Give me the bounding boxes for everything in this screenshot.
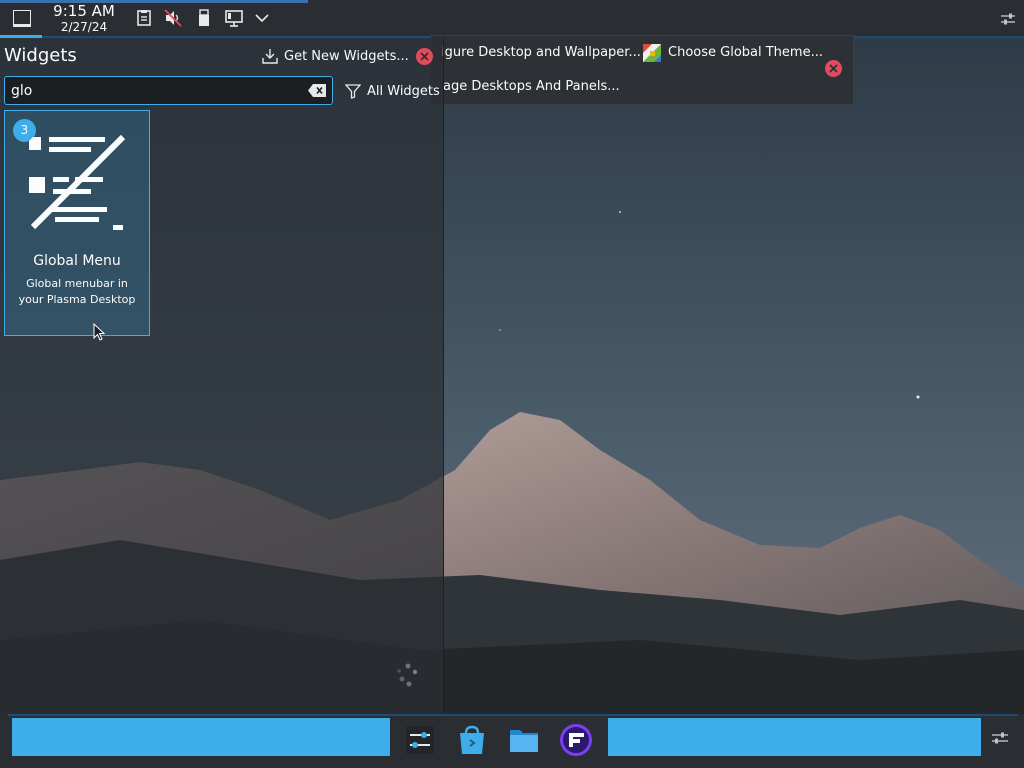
panel-spacer-left [12, 718, 390, 756]
configure-desktop-button[interactable]: igure Desktop and Wallpaper... [441, 45, 641, 60]
app-launcher-icon[interactable] [560, 724, 592, 756]
get-new-widgets-label: Get New Widgets... [284, 48, 409, 64]
clock-date: 2/27/24 [60, 20, 108, 34]
global-menu-icon [29, 134, 126, 230]
panel-settings-icon[interactable] [990, 728, 1010, 748]
widgets-explorer-panel: Widgets Get New Widgets... glo All Widge… [0, 38, 444, 715]
panel-settings-icon[interactable] [999, 10, 1017, 28]
clear-search-icon[interactable] [307, 83, 327, 98]
network-wired-icon[interactable] [225, 9, 243, 27]
usb-device-icon[interactable] [195, 9, 213, 27]
task-manager [390, 716, 608, 760]
toolbox-close-button[interactable] [825, 60, 842, 77]
digital-clock[interactable]: 9:15 AM 2/27/24 [48, 2, 120, 34]
filter-icon [345, 84, 361, 99]
get-new-widgets-button[interactable]: Get New Widgets... [262, 46, 409, 66]
global-theme-icon [643, 44, 661, 62]
mouse-cursor-icon [93, 323, 106, 341]
filter-label: All Widgets [367, 83, 440, 99]
widget-name: Global Menu [33, 253, 121, 269]
panel-spacer-right [608, 718, 981, 756]
file-manager-icon[interactable] [508, 724, 540, 756]
system-settings-icon[interactable] [404, 724, 436, 756]
volume-muted-icon[interactable] [164, 9, 182, 27]
widget-filter-button[interactable]: All Widgets [345, 80, 440, 102]
show-desktop-icon[interactable] [13, 10, 31, 27]
widget-description: Global menubar in your Plasma Desktop [18, 277, 136, 306]
top-panel: 9:15 AM 2/27/24 [0, 0, 1024, 38]
panel-close-button[interactable] [416, 48, 433, 65]
close-icon [420, 52, 429, 61]
choose-global-theme-button[interactable]: Choose Global Theme... [668, 45, 823, 60]
panel-accent-bar [0, 0, 308, 3]
bottom-panel [0, 714, 1024, 768]
download-icon [262, 49, 278, 64]
panel-title: Widgets [4, 45, 77, 66]
clock-time: 9:15 AM [53, 2, 115, 20]
widget-search-input[interactable]: glo [4, 76, 333, 105]
discover-store-icon[interactable] [456, 724, 488, 756]
close-icon [829, 64, 838, 73]
busy-indicator-icon [397, 663, 418, 687]
desktop-toolbox: igure Desktop and Wallpaper... Choose Gl… [430, 35, 854, 105]
manage-desktops-panels-button[interactable]: age Desktops And Panels... [443, 79, 620, 94]
widget-card-global-menu[interactable]: 3 Global Menu Global menubar in your Pla… [4, 110, 150, 341]
chevron-down-icon[interactable] [253, 9, 271, 27]
clipboard-icon[interactable] [135, 9, 153, 27]
